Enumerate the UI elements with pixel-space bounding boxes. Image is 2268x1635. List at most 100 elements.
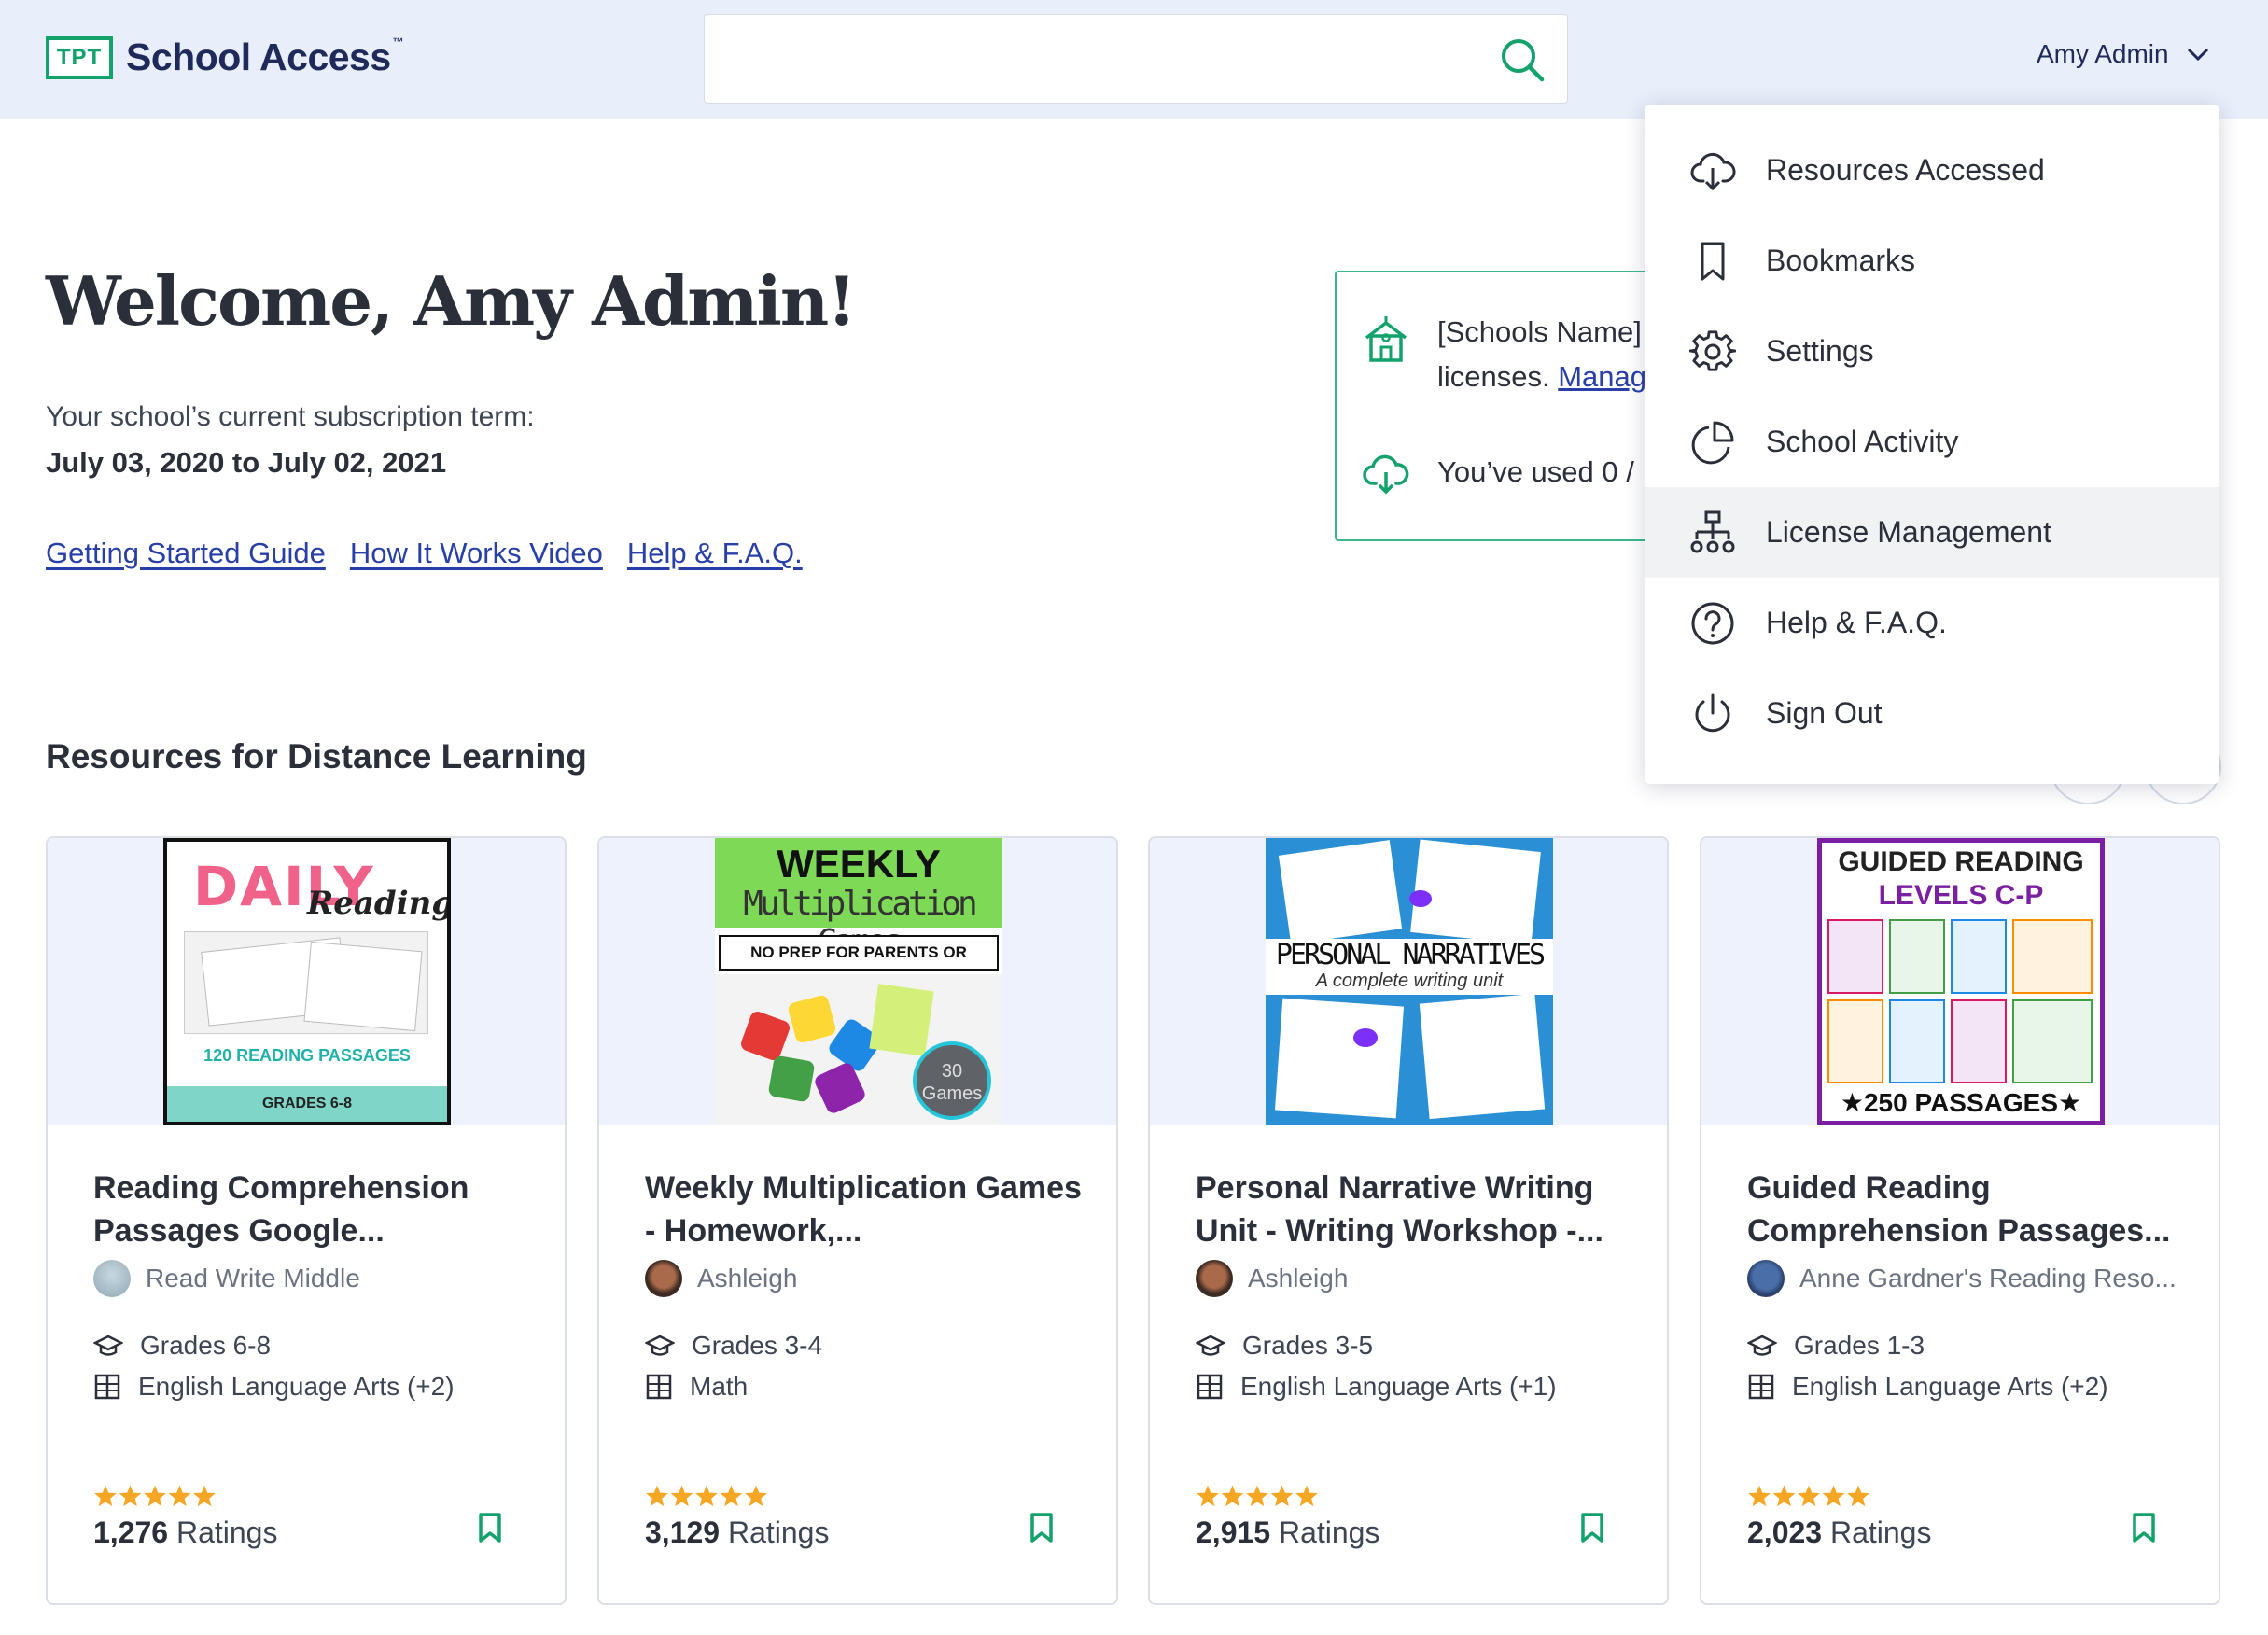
resource-card[interactable]: GUIDED READING LEVELS C-P ★250 PASSAGES★… xyxy=(1700,836,2220,1605)
card-subject: English Language Arts (+1) xyxy=(1196,1372,1557,1402)
school-icon xyxy=(1365,316,1407,362)
star-icon xyxy=(1197,1485,1219,1507)
menu-item-settings[interactable]: Settings xyxy=(1645,306,2219,397)
card-grades: Grades 6-8 xyxy=(93,1331,271,1361)
page-title: Welcome, Amy Admin! xyxy=(46,261,857,341)
card-author[interactable]: Anne Gardner's Reading Reso... xyxy=(1747,1260,2177,1297)
ratings-count: 2,915 Ratings xyxy=(1196,1516,1380,1549)
section-title: Resources for Distance Learning xyxy=(46,737,587,776)
menu-item-license-management[interactable]: License Management xyxy=(1645,487,2219,578)
menu-item-label: License Management xyxy=(1766,515,2051,549)
org-chart-icon xyxy=(1690,510,1735,553)
graduation-cap-icon xyxy=(645,1335,675,1356)
logo-text: School Access ™ xyxy=(126,35,404,78)
card-author[interactable]: Read Write Middle xyxy=(93,1260,360,1297)
card-title[interactable]: Personal Narrative Writing Unit - Writin… xyxy=(1196,1167,1634,1252)
graduation-cap-icon xyxy=(1747,1335,1777,1356)
bookmark-icon[interactable] xyxy=(477,1512,503,1544)
bookmark-icon[interactable] xyxy=(1029,1512,1055,1544)
menu-item-sign-out[interactable]: Sign Out xyxy=(1645,668,2219,759)
star-icon xyxy=(1798,1485,1820,1507)
star-icon xyxy=(695,1485,718,1507)
card-subject: Math xyxy=(645,1372,748,1402)
menu-item-school-activity[interactable]: School Activity xyxy=(1645,397,2219,487)
thumbnail-image: DAILY Reading 120 READING PASSAGES GRADE… xyxy=(163,838,451,1125)
menu-item-label: School Activity xyxy=(1766,425,1959,458)
help-faq-link[interactable]: Help & F.A.Q. xyxy=(627,537,803,570)
license-row-usage: You’ve used 0 / xyxy=(1363,450,1634,495)
card-thumbnail[interactable]: GUIDED READING LEVELS C-P ★250 PASSAGES★ xyxy=(1701,838,2219,1125)
star-icon xyxy=(119,1485,142,1507)
card-grades: Grades 3-4 xyxy=(645,1331,822,1361)
avatar xyxy=(645,1260,682,1297)
card-title[interactable]: Guided Reading Comprehension Passages... xyxy=(1747,1167,2186,1252)
star-icon xyxy=(1822,1485,1845,1507)
card-author[interactable]: Ashleigh xyxy=(1196,1260,1348,1297)
star-icon xyxy=(670,1485,693,1507)
star-icon xyxy=(720,1485,743,1507)
star-icon xyxy=(1748,1485,1771,1507)
star-icon xyxy=(1772,1485,1796,1507)
resource-card[interactable]: WEEKLY Multiplication Games NO PREP FOR … xyxy=(597,836,1118,1605)
menu-item-bookmarks[interactable]: Bookmarks xyxy=(1645,216,2219,306)
resource-card[interactable]: PERSONAL NARRATIVES A complete writing u… xyxy=(1148,836,1669,1605)
avatar xyxy=(93,1260,131,1297)
star-icon xyxy=(1295,1485,1318,1507)
card-thumbnail[interactable]: WEEKLY Multiplication Games NO PREP FOR … xyxy=(599,838,1116,1125)
card-grades: Grades 3-5 xyxy=(1196,1331,1373,1361)
pie-chart-icon xyxy=(1691,421,1734,465)
search-input[interactable] xyxy=(704,14,1568,104)
thumbnail-image: PERSONAL NARRATIVES A complete writing u… xyxy=(1266,838,1553,1125)
graduation-cap-icon xyxy=(1196,1335,1225,1356)
star-icon xyxy=(168,1485,191,1507)
card-subject: English Language Arts (+2) xyxy=(1747,1372,2108,1402)
logo[interactable]: TPT School Access ™ xyxy=(46,35,404,79)
book-icon xyxy=(646,1374,672,1400)
user-menu-toggle[interactable]: Amy Admin xyxy=(2037,39,2210,69)
avatar xyxy=(1196,1260,1233,1297)
manage-licenses-link[interactable]: Manag xyxy=(1558,360,1646,393)
bookmark-icon[interactable] xyxy=(2131,1512,2157,1544)
ratings-count: 2,023 Ratings xyxy=(1747,1516,1932,1549)
menu-item-label: Sign Out xyxy=(1766,696,1883,730)
search-icon[interactable] xyxy=(1498,35,1547,84)
cloud-download-icon xyxy=(1690,152,1736,191)
help-links: Getting Started Guide How It Works Video… xyxy=(46,537,803,570)
star-icon xyxy=(193,1485,216,1507)
question-circle-icon xyxy=(1691,602,1734,645)
book-icon xyxy=(1748,1374,1774,1400)
menu-item-label: Bookmarks xyxy=(1766,244,1916,277)
license-row-school: [Schools Name] licenses. Manag xyxy=(1363,310,1646,399)
book-icon xyxy=(94,1374,120,1400)
subscription-term-dates: July 03, 2020 to July 02, 2021 xyxy=(46,446,447,479)
menu-item-label: Resources Accessed xyxy=(1766,153,2045,187)
card-thumbnail[interactable]: PERSONAL NARRATIVES A complete writing u… xyxy=(1150,838,1667,1125)
card-author[interactable]: Ashleigh xyxy=(645,1260,797,1297)
star-rating xyxy=(94,1485,216,1507)
menu-item-resources-accessed[interactable]: Resources Accessed xyxy=(1645,125,2219,216)
user-dropdown-menu: Resources Accessed Bookmarks Settings Sc… xyxy=(1645,105,2219,784)
card-title[interactable]: Reading Comprehension Passages Google... xyxy=(93,1167,532,1252)
logo-badge: TPT xyxy=(46,35,113,79)
menu-item-help-faq[interactable]: Help & F.A.Q. xyxy=(1645,578,2219,668)
star-icon xyxy=(745,1485,767,1507)
star-rating xyxy=(1748,1485,1869,1507)
how-it-works-link[interactable]: How It Works Video xyxy=(350,537,603,570)
getting-started-link[interactable]: Getting Started Guide xyxy=(46,537,326,570)
book-icon xyxy=(1197,1374,1223,1400)
star-icon xyxy=(1246,1485,1268,1507)
bookmark-icon[interactable] xyxy=(1579,1512,1605,1544)
top-bar: TPT School Access ™ Amy Admin xyxy=(0,0,2268,119)
card-grades: Grades 1-3 xyxy=(1747,1331,1925,1361)
star-rating xyxy=(646,1485,767,1507)
gear-icon xyxy=(1689,330,1736,371)
thumbnail-image: WEEKLY Multiplication Games NO PREP FOR … xyxy=(715,838,1002,1125)
resource-card[interactable]: DAILY Reading 120 READING PASSAGES GRADE… xyxy=(46,836,567,1605)
subscription-term-label: Your school’s current subscription term: xyxy=(46,401,535,432)
thumbnail-image: GUIDED READING LEVELS C-P ★250 PASSAGES★ xyxy=(1817,838,2105,1125)
power-icon xyxy=(1695,693,1730,733)
star-icon xyxy=(646,1485,668,1507)
card-title[interactable]: Weekly Multiplication Games - Homework,.… xyxy=(645,1167,1084,1252)
card-thumbnail[interactable]: DAILY Reading 120 READING PASSAGES GRADE… xyxy=(48,838,565,1125)
star-rating xyxy=(1197,1485,1318,1507)
